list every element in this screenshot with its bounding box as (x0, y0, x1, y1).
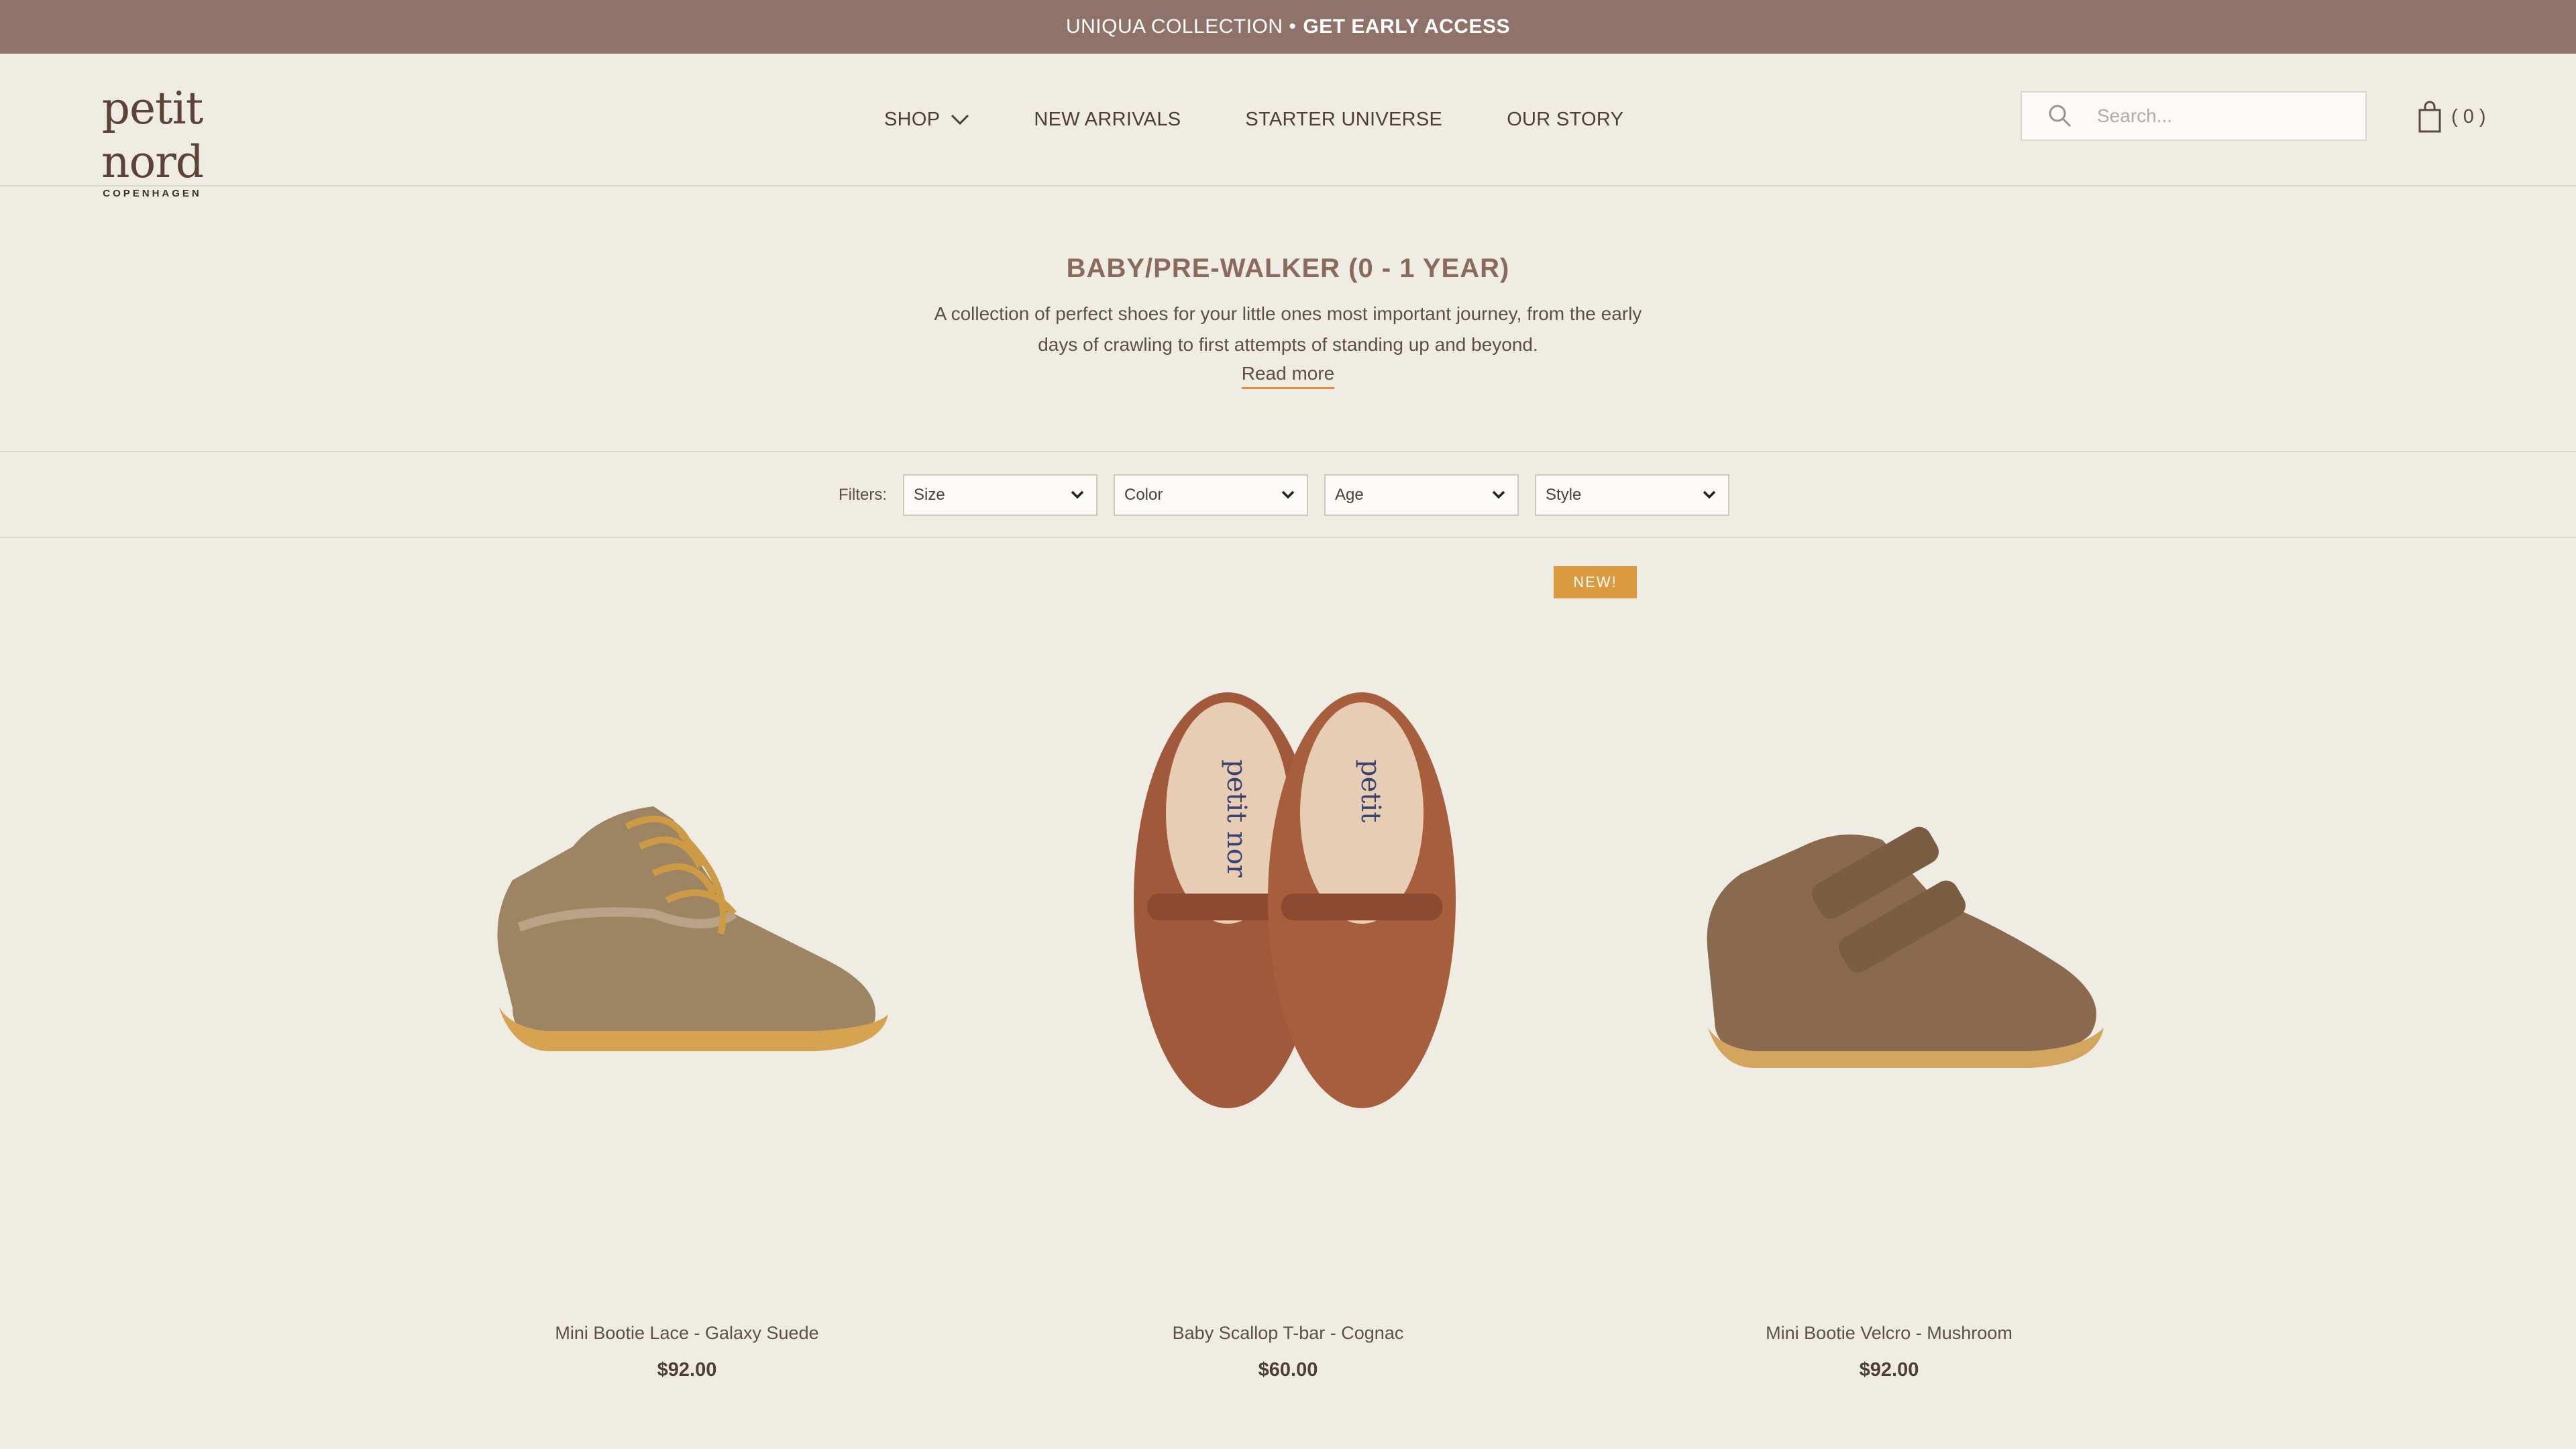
velcro-bootie-image (1707, 826, 2104, 1068)
product-card[interactable]: NEW! petit nor petit Baby Scallop T-bar … (987, 538, 1637, 1449)
nav-item-our-story[interactable]: OUR STORY (1507, 109, 1623, 131)
product-image[interactable] (386, 659, 987, 1142)
logo-wordmark: petit nord (101, 83, 204, 188)
early-access-link[interactable]: GET EARLY ACCESS (1303, 15, 1510, 38)
main-nav: SHOP NEW ARRIVALS STARTER UNIVERSE OUR S… (884, 101, 1623, 138)
chevron-down-icon (951, 114, 969, 125)
nav-item-starter-universe[interactable]: STARTER UNIVERSE (1245, 109, 1442, 131)
announcement-bar[interactable]: UNIQUA COLLECTION • GET EARLY ACCESS (0, 0, 2576, 54)
product-price: $60.00 (1258, 1359, 1318, 1381)
nav-item-shop[interactable]: SHOP (884, 109, 969, 131)
select-value: Age (1335, 486, 1364, 504)
search-box[interactable] (2021, 91, 2367, 141)
filter-age-select[interactable]: Age (1324, 474, 1519, 516)
nav-item-label: OUR STORY (1507, 108, 1624, 130)
product-name[interactable]: Mini Bootie Velcro - Mushroom (1589, 1323, 2190, 1344)
nav-item-label: STARTER UNIVERSE (1245, 108, 1443, 130)
select-value: Size (914, 486, 945, 504)
product-name[interactable]: Mini Bootie Lace - Galaxy Suede (386, 1323, 987, 1344)
chevron-down-icon (1071, 490, 1084, 499)
chevron-down-icon (1281, 490, 1295, 499)
product-card[interactable]: Mini Bootie Velcro - Mushroom $92.00 (1589, 538, 2190, 1449)
search-input[interactable] (2097, 105, 2352, 127)
collection-header: BABY/PRE-WALKER (0 - 1 YEAR) A collectio… (0, 186, 2576, 452)
announcement-text: UNIQUA COLLECTION • (1065, 15, 1297, 38)
filter-style-select[interactable]: Style (1535, 474, 1729, 516)
read-more-link[interactable]: Read more (1241, 360, 1335, 389)
cart-button[interactable]: ( 0 ) (2418, 98, 2486, 136)
product-grid: Mini Bootie Lace - Galaxy Suede $92.00 N… (0, 538, 2576, 1449)
svg-text:petit: petit (1355, 759, 1386, 822)
svg-text:petit nor: petit nor (1221, 759, 1252, 878)
product-image[interactable] (1589, 659, 2190, 1142)
product-price: $92.00 (657, 1359, 717, 1381)
cart-count: ( 0 ) (2451, 105, 2486, 127)
select-value: Style (1546, 486, 1582, 504)
product-name[interactable]: Baby Scallop T-bar - Cognac (987, 1323, 1589, 1344)
filter-color-select[interactable]: Color (1114, 474, 1308, 516)
select-value: Color (1124, 486, 1163, 504)
filters-label: Filters: (839, 486, 887, 504)
scallop-tbar-image: petit nor petit (1134, 692, 1456, 1108)
logo[interactable]: petit nord COPENHAGEN (64, 82, 240, 199)
filter-size-select[interactable]: Size (903, 474, 1097, 516)
site-header: petit nord COPENHAGEN SHOP NEW ARRIVALS … (0, 54, 2576, 199)
product-price: $92.00 (1859, 1359, 1919, 1381)
nav-item-label: SHOP (884, 108, 941, 130)
product-card[interactable]: Mini Bootie Lace - Galaxy Suede $92.00 (386, 538, 987, 1449)
chevron-down-icon (1703, 490, 1716, 499)
nav-item-label: NEW ARRIVALS (1034, 108, 1181, 130)
collection-title: BABY/PRE-WALKER (0 - 1 YEAR) (1066, 254, 1510, 283)
shopping-bag-icon (2418, 101, 2441, 133)
collection-description: A collection of perfect shoes for your l… (934, 303, 1642, 355)
nav-item-new-arrivals[interactable]: NEW ARRIVALS (1034, 109, 1181, 131)
product-image[interactable]: petit nor petit (987, 659, 1589, 1142)
filters-bar: Filters: Size Color Age Style (0, 453, 2576, 538)
chevron-down-icon (1492, 490, 1505, 499)
search-icon[interactable] (2047, 103, 2073, 129)
lace-bootie-image (497, 806, 888, 1051)
